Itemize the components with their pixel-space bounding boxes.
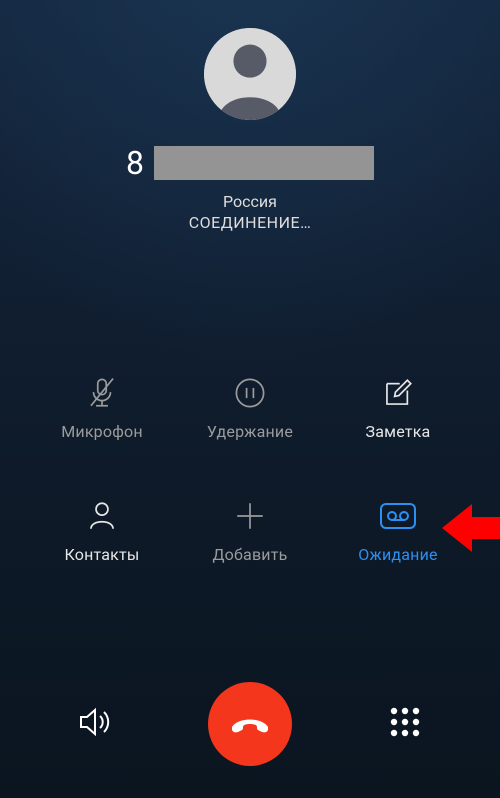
dialpad-icon bbox=[386, 703, 424, 741]
avatar bbox=[204, 28, 296, 120]
pause-circle-icon bbox=[233, 376, 267, 410]
bottom-bar bbox=[0, 682, 500, 766]
recorder-icon bbox=[381, 499, 415, 533]
contacts-button[interactable]: Контакты bbox=[28, 499, 176, 564]
call-header: 8 Россия СОЕДИНЕНИЕ… bbox=[0, 28, 500, 232]
add-call-button[interactable]: Добавить bbox=[176, 499, 324, 564]
mic-off-icon bbox=[85, 376, 119, 410]
speaker-button[interactable] bbox=[75, 702, 115, 746]
location-label: Россия bbox=[223, 192, 277, 211]
add-label: Добавить bbox=[212, 545, 287, 564]
note-edit-icon bbox=[381, 376, 415, 410]
plus-icon bbox=[233, 499, 267, 533]
phone-number-prefix: 8 bbox=[126, 144, 144, 182]
arrow-left-icon bbox=[442, 500, 500, 556]
status-label: СОЕДИНЕНИЕ… bbox=[189, 213, 312, 232]
contacts-label: Контакты bbox=[64, 545, 139, 564]
end-call-button[interactable] bbox=[208, 682, 292, 766]
generic-person-icon bbox=[204, 28, 296, 120]
hold-button[interactable]: Удержание bbox=[176, 376, 324, 441]
phone-number-row: 8 bbox=[126, 144, 374, 182]
mute-button[interactable]: Микрофон bbox=[28, 376, 176, 441]
mute-label: Микрофон bbox=[61, 422, 143, 441]
phone-hangup-icon bbox=[226, 700, 274, 748]
hold-label: Удержание bbox=[207, 422, 293, 441]
incall-actions: Микрофон Удержание Заметка bbox=[0, 376, 500, 564]
dialpad-button[interactable] bbox=[386, 703, 424, 745]
waiting-label: Ожидание bbox=[358, 545, 437, 564]
speaker-icon bbox=[75, 702, 115, 742]
note-button[interactable]: Заметка bbox=[324, 376, 472, 441]
person-icon bbox=[85, 499, 119, 533]
phone-number-redacted bbox=[154, 146, 374, 180]
note-label: Заметка bbox=[366, 422, 431, 441]
incall-screen: 8 Россия СОЕДИНЕНИЕ… Микрофон bbox=[0, 0, 500, 798]
annotation-arrow bbox=[442, 500, 500, 560]
